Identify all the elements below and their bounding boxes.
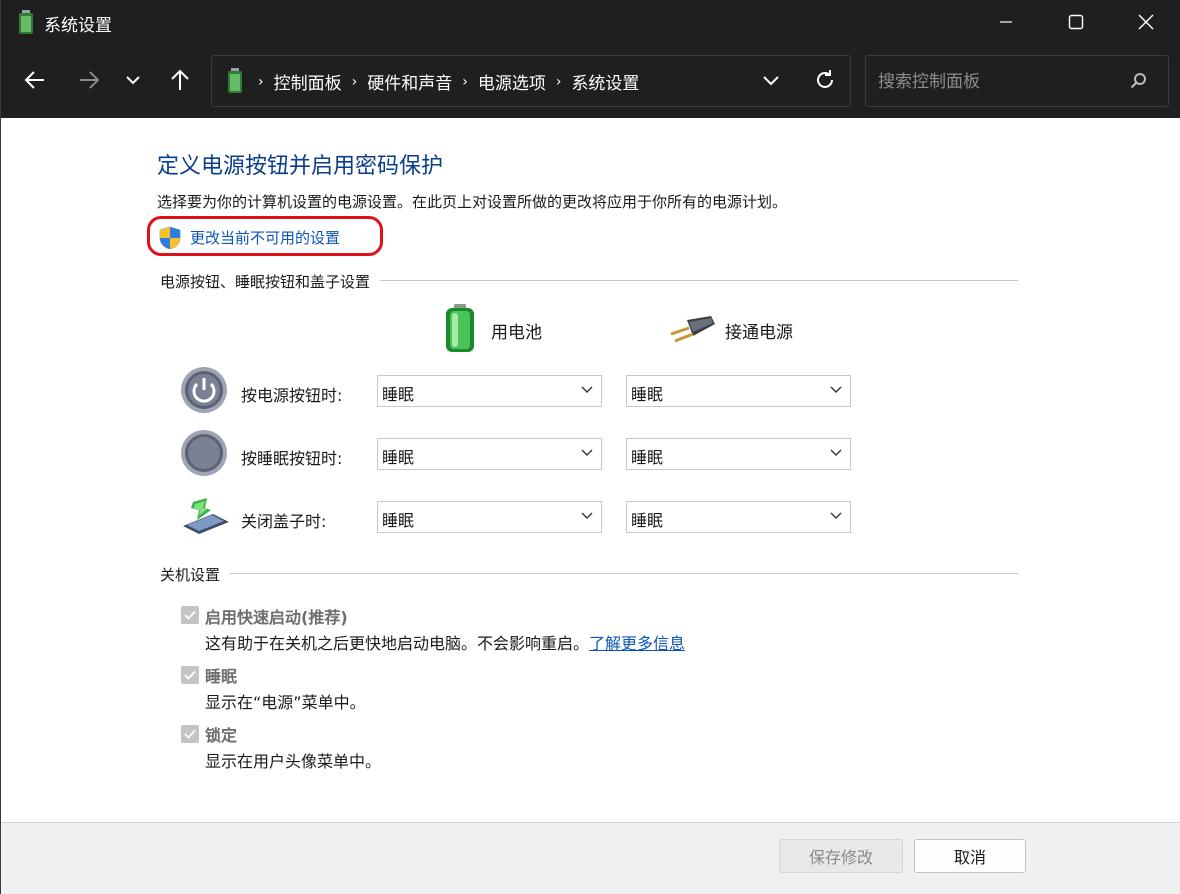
arrow-up-icon — [171, 69, 189, 90]
power-button-label: 按电源按钮时: — [241, 386, 343, 405]
lock-label: 锁定 — [205, 726, 238, 745]
select-value: 睡眠 — [382, 448, 415, 467]
fast-startup-description-text: 这有助于在关机之后更快地启动电脑。不会影响重启。 — [205, 634, 590, 653]
fast-startup-label: 启用快速启动(推荐) — [205, 608, 348, 627]
shutdown-section-title: 关机设置 — [160, 564, 231, 585]
address-dropdown-icon[interactable] — [762, 70, 780, 92]
select-value: 睡眠 — [382, 511, 415, 530]
chevron-down-icon — [830, 512, 842, 519]
breadcrumb-separator-icon: › — [555, 73, 562, 90]
content-area: 定义电源按钮并启用密码保护 选择要为你的计算机设置的电源设置。在此页上对设置所做… — [1, 118, 1180, 894]
cancel-button[interactable]: 取消 — [914, 839, 1026, 873]
laptop-lid-icon — [183, 498, 229, 534]
chevron-down-icon — [126, 76, 140, 85]
page-description: 选择要为你的计算机设置的电源设置。在此页上对设置所做的更改将应用于你所有的电源计… — [157, 193, 788, 211]
minimize-button[interactable] — [971, 0, 1041, 44]
power-button-plugged-select[interactable]: 睡眠 — [626, 375, 851, 407]
up-button[interactable] — [162, 60, 198, 100]
chevron-down-icon — [581, 449, 593, 456]
battery-location-icon — [228, 68, 242, 93]
close-icon — [1138, 14, 1154, 30]
system-settings-window: 系统设置 › 控制面板 › 硬件和声音 › 电源选项 › 系统设置 搜索控制面板… — [0, 0, 1180, 894]
sleep-button-label: 按睡眠按钮时: — [241, 449, 343, 468]
power-button-battery-select[interactable]: 睡眠 — [377, 375, 602, 407]
breadcrumb-item[interactable]: 硬件和声音 — [367, 69, 452, 94]
maximize-icon — [1068, 14, 1084, 30]
sleep-button-icon — [181, 430, 227, 476]
sleep-checkbox[interactable] — [181, 666, 199, 684]
change-unavailable-settings-link[interactable]: 更改当前不可用的设置 — [147, 216, 383, 256]
select-value: 睡眠 — [631, 511, 664, 530]
uac-shield-icon — [159, 226, 181, 250]
fast-startup-checkbox[interactable] — [181, 606, 199, 624]
power-button-icon — [181, 367, 227, 413]
breadcrumb-separator-icon: › — [462, 73, 468, 90]
forward-button[interactable] — [71, 60, 107, 100]
battery-column-header: 用电池 — [491, 323, 542, 343]
breadcrumb-item[interactable]: 电源选项 — [478, 69, 546, 94]
select-value: 睡眠 — [631, 385, 664, 404]
change-link-label[interactable]: 更改当前不可用的设置 — [190, 227, 340, 248]
power-plug-icon — [670, 316, 715, 343]
lock-checkbox[interactable] — [181, 725, 199, 743]
address-bar[interactable]: › 控制面板 › 硬件和声音 › 电源选项 › 系统设置 — [211, 55, 851, 107]
search-input[interactable] — [876, 68, 1120, 96]
chevron-down-icon — [581, 386, 593, 393]
battery-app-icon — [19, 10, 33, 34]
arrow-left-icon — [24, 71, 44, 89]
close-lid-battery-select[interactable]: 睡眠 — [377, 501, 602, 533]
close-lid-plugged-select[interactable]: 睡眠 — [626, 501, 851, 533]
back-button[interactable] — [17, 60, 53, 100]
plugged-in-column-header: 接通电源 — [725, 323, 793, 343]
window-title: 系统设置 — [44, 16, 112, 36]
close-lid-label: 关闭盖子时: — [241, 512, 327, 531]
navigation-bar: › 控制面板 › 硬件和声音 › 电源选项 › 系统设置 — [1, 44, 1180, 118]
battery-icon — [446, 304, 474, 352]
checkmark-icon — [184, 610, 196, 620]
breadcrumb-item[interactable]: 控制面板 — [274, 69, 342, 94]
fast-startup-description: 这有助于在关机之后更快地启动电脑。不会影响重启。了解更多信息 — [205, 630, 685, 654]
select-value: 睡眠 — [382, 385, 415, 404]
select-value: 睡眠 — [631, 448, 664, 467]
search-icon[interactable] — [1130, 72, 1148, 90]
close-button[interactable] — [1111, 0, 1180, 44]
arrow-right-icon — [80, 71, 100, 89]
breadcrumb-separator-icon: › — [351, 73, 358, 90]
sleep-description: 显示在“电源”菜单中。 — [205, 693, 366, 712]
sleep-label: 睡眠 — [205, 667, 238, 686]
lock-description: 显示在用户头像菜单中。 — [205, 752, 382, 771]
recent-locations-button[interactable] — [115, 60, 151, 100]
search-box[interactable] — [865, 55, 1169, 107]
title-bar: 系统设置 — [1, 0, 1180, 44]
breadcrumb-separator-icon: › — [258, 73, 264, 90]
chevron-down-icon — [830, 449, 842, 456]
checkmark-icon — [184, 670, 196, 680]
chevron-down-icon — [830, 386, 842, 393]
breadcrumb-item[interactable]: 系统设置 — [571, 69, 639, 94]
breadcrumb: › 控制面板 › 硬件和声音 › 电源选项 › 系统设置 — [258, 69, 639, 95]
checkmark-icon — [184, 729, 196, 739]
sleep-button-plugged-select[interactable]: 睡眠 — [626, 438, 851, 470]
buttons-section-title: 电源按钮、睡眠按钮和盖子设置 — [160, 271, 381, 292]
minimize-icon — [1000, 21, 1012, 23]
save-changes-button[interactable]: 保存修改 — [779, 839, 903, 873]
page-title: 定义电源按钮并启用密码保护 — [157, 154, 444, 179]
maximize-button[interactable] — [1041, 0, 1111, 44]
footer-bar: 保存修改 取消 — [1, 823, 1180, 894]
chevron-down-icon — [581, 512, 593, 519]
refresh-icon[interactable] — [814, 69, 836, 91]
sleep-button-battery-select[interactable]: 睡眠 — [377, 438, 602, 470]
section-divider — [160, 573, 1018, 574]
learn-more-link[interactable]: 了解更多信息 — [589, 634, 685, 653]
